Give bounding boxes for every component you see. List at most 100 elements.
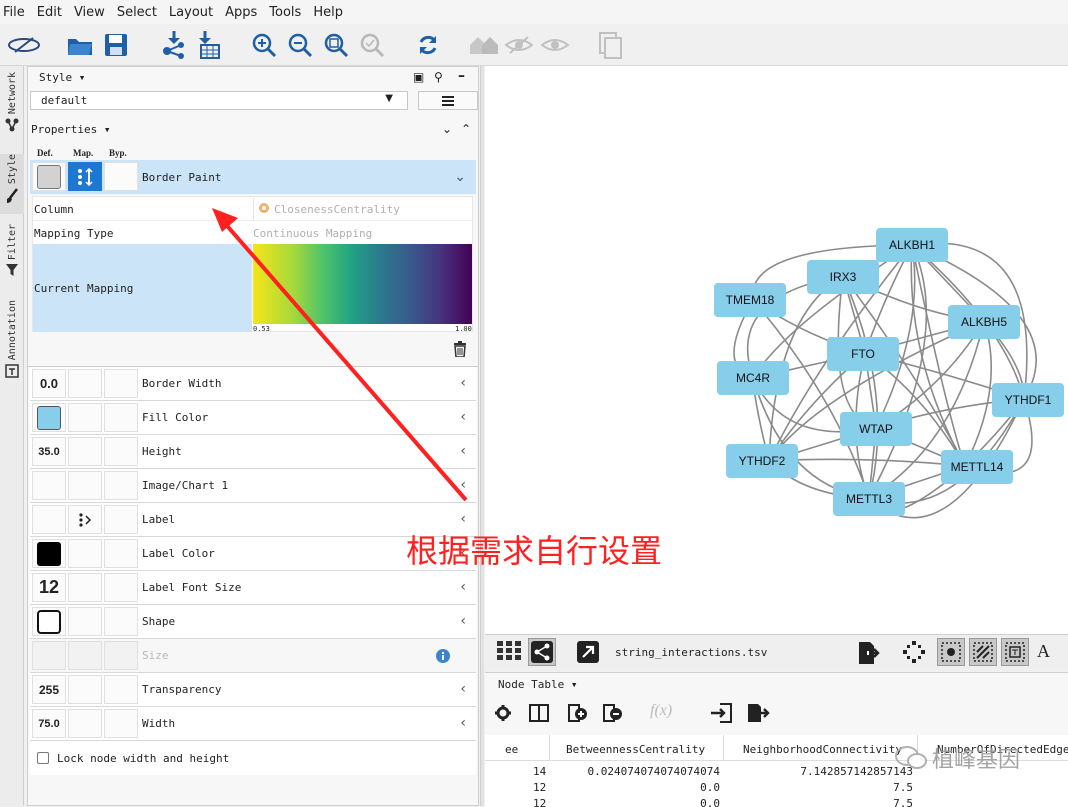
node-mettl3[interactable]: METTL3 (833, 482, 905, 516)
style-select[interactable]: default ▼ (30, 91, 408, 110)
show-icon[interactable] (540, 31, 570, 59)
node-fto[interactable]: FTO (827, 337, 899, 371)
width-default[interactable]: 75.0 (32, 709, 66, 738)
collapse-all-icon[interactable]: ⌃ (461, 122, 471, 136)
label-color-bypass[interactable] (104, 539, 138, 568)
width-mapping[interactable] (68, 709, 102, 738)
zoom-in-icon[interactable] (250, 31, 278, 59)
info-icon[interactable] (436, 649, 450, 663)
chevron-left-icon[interactable]: ‹ (460, 681, 466, 697)
label-color-default[interactable] (32, 539, 66, 568)
menu-edit[interactable]: Edit (31, 5, 68, 20)
import-network-icon[interactable] (160, 31, 188, 59)
select-nodes-icon[interactable] (937, 638, 965, 666)
zoom-out-icon[interactable] (286, 31, 314, 59)
chevron-left-icon[interactable]: ‹ (460, 613, 466, 629)
chevron-left-icon[interactable]: ‹ (460, 409, 466, 425)
export-network-icon[interactable] (857, 641, 881, 668)
style-options-button[interactable] (418, 91, 478, 110)
image-chart-default[interactable] (32, 471, 66, 500)
delete-mapping-icon[interactable] (453, 341, 467, 360)
menu-select[interactable]: Select (111, 5, 163, 20)
prop-row-height[interactable]: 35.0 Height ‹ (30, 435, 476, 469)
node-alkbh5[interactable]: ALKBH5 (948, 305, 1020, 339)
node-tmem18[interactable]: TMEM18 (714, 283, 786, 317)
new-network-icon[interactable] (596, 31, 624, 59)
text-annotation-icon[interactable]: A (1037, 641, 1050, 662)
expand-all-icon[interactable]: ⌄ (442, 122, 452, 136)
zoom-fit-icon[interactable] (322, 31, 350, 59)
label-default[interactable] (32, 505, 66, 534)
select-annotations-icon[interactable] (1001, 638, 1029, 666)
node-irx3[interactable]: IRX3 (807, 260, 879, 294)
transparency-mapping[interactable] (68, 675, 102, 704)
col-header-2[interactable]: NeighborhoodConnectivity (743, 743, 902, 756)
col-header-1[interactable]: BetweennessCentrality (566, 743, 705, 756)
import-table-icon[interactable] (711, 703, 733, 726)
node-mettl14[interactable]: METTL14 (941, 450, 1013, 484)
node-ythdf2[interactable]: YTHDF2 (726, 444, 798, 478)
style-header-label[interactable]: Style ▾ (39, 71, 85, 84)
table-row[interactable]: 12 0.0 7.5 (485, 795, 1068, 807)
menu-view[interactable]: View (68, 5, 111, 20)
tab-filter[interactable]: Filter (0, 224, 24, 288)
prop-row-label-font-size[interactable]: 12 Label Font Size ‹ (30, 571, 476, 605)
menu-help[interactable]: Help (307, 5, 349, 20)
grid-view-icon[interactable] (497, 641, 523, 665)
border-width-default[interactable]: 0.0 (32, 369, 66, 398)
col-header-0[interactable]: ee (505, 743, 518, 756)
height-default[interactable]: 35.0 (32, 437, 66, 466)
layout-icon[interactable] (903, 641, 925, 666)
prop-row-transparency[interactable]: 255 Transparency ‹ (30, 673, 476, 707)
mapping-type-value[interactable]: Continuous Mapping (253, 227, 372, 240)
fill-color-mapping[interactable] (68, 403, 102, 432)
label-color-mapping[interactable] (68, 539, 102, 568)
label-mapping[interactable] (68, 505, 102, 534)
add-column-icon[interactable] (568, 704, 588, 725)
fill-color-bypass[interactable] (104, 403, 138, 432)
border-paint-bypass[interactable] (104, 162, 138, 191)
chevron-left-icon[interactable]: ‹ (460, 715, 466, 731)
chevron-left-icon[interactable]: ‹ (460, 477, 466, 493)
border-width-mapping[interactable] (68, 369, 102, 398)
menu-layout[interactable]: Layout (163, 5, 219, 20)
prop-row-border-width[interactable]: 0.0 Border Width ‹ (30, 367, 476, 401)
shape-mapping[interactable] (68, 607, 102, 636)
table-row[interactable]: 12 0.0 7.5 (485, 779, 1068, 795)
menu-tools[interactable]: Tools (263, 5, 307, 20)
prop-row-image-chart[interactable]: Image/Chart 1 ‹ (30, 469, 476, 503)
split-pane-divider[interactable] (480, 66, 484, 806)
chevron-left-icon[interactable]: ‹ (460, 579, 466, 595)
lock-size-checkbox[interactable] (37, 752, 49, 764)
shape-bypass[interactable] (104, 607, 138, 636)
mapping-icon[interactable] (68, 162, 102, 191)
detach-view-icon[interactable] (577, 641, 599, 666)
prop-row-width[interactable]: 75.0 Width ‹ (30, 707, 476, 741)
share-network-icon[interactable] (528, 638, 556, 666)
zoom-selected-icon[interactable] (358, 31, 386, 59)
float-icon[interactable]: ▣ (413, 70, 424, 84)
prop-row-shape[interactable]: Shape ‹ (30, 605, 476, 639)
label-bypass[interactable] (104, 505, 138, 534)
function-builder-icon[interactable]: f(x) (650, 702, 672, 720)
chevron-down-icon[interactable]: ⌄ (454, 169, 466, 185)
chevron-left-icon[interactable]: ‹ (460, 511, 466, 527)
hide-icon[interactable] (504, 31, 534, 59)
gradient-editor[interactable] (253, 244, 472, 324)
image-chart-mapping[interactable] (68, 471, 102, 500)
prop-row-fill-color[interactable]: Fill Color ‹ (30, 401, 476, 435)
fill-color-default[interactable] (32, 403, 66, 432)
select-edges-icon[interactable] (969, 638, 997, 666)
image-chart-bypass[interactable] (104, 471, 138, 500)
tab-network[interactable]: Network (0, 72, 24, 148)
column-selector[interactable]: ClosenessCentrality (253, 198, 473, 220)
import-table-icon[interactable] (194, 31, 222, 59)
node-mc4r[interactable]: MC4R (717, 361, 789, 395)
node-wtap[interactable]: WTAP (840, 412, 912, 446)
chevron-left-icon[interactable]: ‹ (460, 375, 466, 391)
menu-apps[interactable]: Apps (219, 5, 263, 20)
chevron-left-icon[interactable]: ‹ (460, 443, 466, 459)
tab-style[interactable]: Style (0, 154, 24, 214)
pin-icon[interactable]: ⚲ (434, 70, 443, 84)
border-paint-default[interactable] (32, 162, 66, 191)
